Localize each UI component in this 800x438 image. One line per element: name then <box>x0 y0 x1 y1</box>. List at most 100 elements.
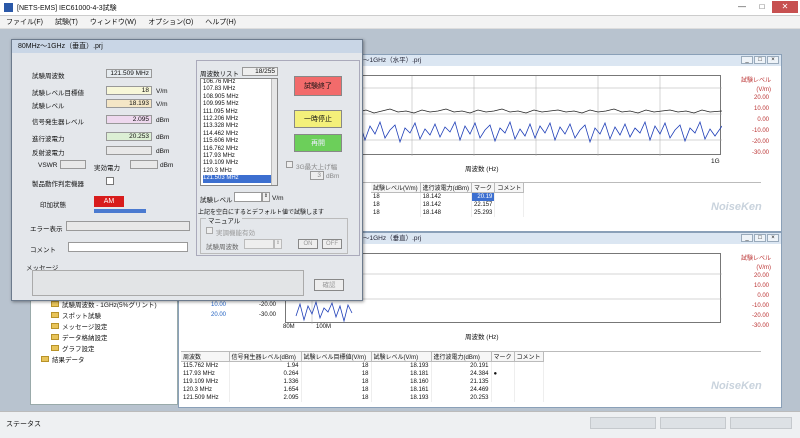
pause-button[interactable]: 一時停止 <box>294 110 342 128</box>
x-tick: 80M <box>283 324 295 330</box>
folder-icon <box>51 301 59 307</box>
left-tick-black: -30.00 <box>259 312 277 318</box>
tree-item-data[interactable]: データ格納設定 <box>51 332 157 342</box>
status-cell <box>730 417 792 429</box>
tree-item-results[interactable]: 結果データ <box>41 354 157 364</box>
siggen-value: 2.095 <box>106 115 152 124</box>
yaxis-title: 試験レベル (V/m) <box>740 256 771 271</box>
close-icon[interactable]: × <box>767 56 779 64</box>
list-item[interactable]: 111.095 MHz <box>203 109 277 116</box>
auto-step-value[interactable]: 3 <box>310 171 324 180</box>
spinner-icon[interactable]: ⇕ <box>262 192 270 202</box>
target-label: 試験レベル目標値 <box>32 90 84 97</box>
noiseken-logo: NoiseKen <box>711 201 762 213</box>
col-header[interactable]: 進行波電力(dBm) <box>420 183 473 193</box>
status-cell <box>590 417 656 429</box>
col-header[interactable]: 試験レベル(V/m) <box>371 352 432 362</box>
manual-enable-checkbox[interactable] <box>206 227 213 234</box>
comment-label: コメント <box>30 247 56 254</box>
actual-power-value <box>130 160 158 169</box>
folder-icon <box>51 312 59 318</box>
menu-window[interactable]: ウィンドウ(W) <box>84 17 142 27</box>
table-row[interactable]: 18 18.148 25.293 <box>371 208 525 217</box>
vswr-value <box>60 160 86 169</box>
folder-icon <box>51 334 59 340</box>
confirm-button[interactable]: 確認 <box>314 279 344 291</box>
col-header[interactable]: コメント <box>514 352 544 362</box>
stop-test-button[interactable]: 試験終了 <box>294 76 342 96</box>
list-item[interactable]: 106.76 MHz <box>203 79 277 86</box>
dut-checkbox[interactable] <box>106 177 114 185</box>
freq-value: 121.509 MHz <box>106 69 152 78</box>
col-header[interactable]: 信号発生器レベル(dBm) <box>229 352 302 362</box>
tree-item-spot[interactable]: スポット試験 <box>51 310 157 320</box>
close-icon[interactable]: × <box>767 234 779 242</box>
table-row[interactable]: 120.3 MHz 1.654 18 18.161 24.469 <box>181 385 544 394</box>
power-trace <box>295 300 353 323</box>
table-row[interactable]: 18 18.142 22.157 <box>371 200 525 209</box>
table-row[interactable]: 121.509 MHz 2.095 18 18.193 20.253 <box>181 393 544 402</box>
menu-test[interactable]: 試験(T) <box>49 17 84 27</box>
col-header[interactable]: コメント <box>494 183 525 193</box>
table-row[interactable]: 119.109 MHz 1.336 18 18.160 21.135 <box>181 377 544 386</box>
folder-icon <box>41 356 49 362</box>
error-label: エラー表示 <box>30 226 63 233</box>
auto-step-unit: dBm <box>326 173 340 180</box>
col-header[interactable]: マーク <box>491 352 515 362</box>
list-item[interactable]: 112.206 MHz <box>203 116 277 123</box>
list-item-selected[interactable]: 121.503 MHz <box>203 175 277 183</box>
col-header[interactable]: マーク <box>471 183 496 193</box>
menu-bar: ファイル(F) 試験(T) ウィンドウ(W) オプション(O) ヘルプ(H) <box>0 16 800 29</box>
col-header[interactable]: 周波数 <box>181 352 230 362</box>
comment-input[interactable] <box>68 242 188 252</box>
list-item[interactable]: 115.606 MHz <box>203 138 277 145</box>
testlevel-unit: V/m <box>272 195 284 202</box>
auto-step-checkbox[interactable] <box>286 161 293 168</box>
left-tick-blue: 20.00 <box>211 312 227 318</box>
off-button[interactable]: OFF <box>322 239 342 249</box>
plot-area <box>349 75 723 156</box>
xaxis-title: 周波数 (Hz) <box>465 334 499 341</box>
level-label: 試験レベル <box>32 103 65 110</box>
col-header[interactable]: 進行波電力(dBm) <box>431 352 492 362</box>
list-item[interactable]: 114.462 MHz <box>203 131 277 138</box>
list-item[interactable]: 108.905 MHz <box>203 94 277 101</box>
spinner-icon[interactable]: ⇕ <box>274 239 282 249</box>
menu-file[interactable]: ファイル(F) <box>0 17 49 27</box>
restore-icon[interactable]: □ <box>754 234 766 242</box>
resume-button[interactable]: 再開 <box>294 134 342 152</box>
manual-freq-input[interactable] <box>244 239 274 249</box>
list-item[interactable]: 113.328 MHz <box>203 123 277 130</box>
tree-item-message[interactable]: メッセージ設定 <box>51 321 157 331</box>
fwd-power-label: 進行波電力 <box>32 136 65 143</box>
col-header[interactable]: 試験レベル目標値(V/m) <box>301 352 372 362</box>
close-button[interactable]: ✕ <box>772 1 798 13</box>
list-item[interactable]: 117.93 MHz <box>203 153 277 160</box>
tree-item-graph[interactable]: グラフ設定 <box>51 343 157 353</box>
list-item[interactable]: 119.109 MHz <box>203 160 277 167</box>
fwd-power-unit: dBm <box>156 134 170 141</box>
freqlist-label: 周波数リスト <box>200 71 239 78</box>
list-item[interactable]: 109.995 MHz <box>203 101 277 108</box>
list-scrollbar[interactable] <box>271 79 277 185</box>
menu-help[interactable]: ヘルプ(H) <box>199 17 242 27</box>
freq-listbox[interactable]: 106.76 MHz 107.83 MHz 108.905 MHz 109.99… <box>200 78 278 186</box>
list-item[interactable]: 107.83 MHz <box>203 86 277 93</box>
table-row[interactable]: 117.93 MHz 0.264 18 18.181 24.384 ● <box>181 369 544 378</box>
testlevel-input[interactable] <box>234 192 262 202</box>
list-item[interactable]: 120.3 MHz <box>203 168 277 175</box>
list-item[interactable]: 116.762 MHz <box>203 146 277 153</box>
on-button[interactable]: ON <box>298 239 318 249</box>
restore-icon[interactable]: □ <box>754 56 766 64</box>
table-row[interactable]: 18 18.142 20.19 <box>371 192 525 201</box>
auto-step-label: 3G最大上げ幅 <box>296 164 338 171</box>
minimize-icon[interactable]: _ <box>741 234 753 242</box>
left-tick-blue: 10.00 <box>211 302 227 308</box>
table-row[interactable]: 115.762 MHz 1.94 18 18.193 20.191 <box>181 361 544 370</box>
minimize-button[interactable]: — <box>732 1 752 13</box>
col-header[interactable]: 試験レベル(V/m) <box>371 183 421 193</box>
menu-options[interactable]: オプション(O) <box>142 17 199 27</box>
minimize-icon[interactable]: _ <box>741 56 753 64</box>
manual-enable-label: 実調機能有効 <box>216 230 255 237</box>
maximize-button[interactable]: □ <box>752 1 772 13</box>
